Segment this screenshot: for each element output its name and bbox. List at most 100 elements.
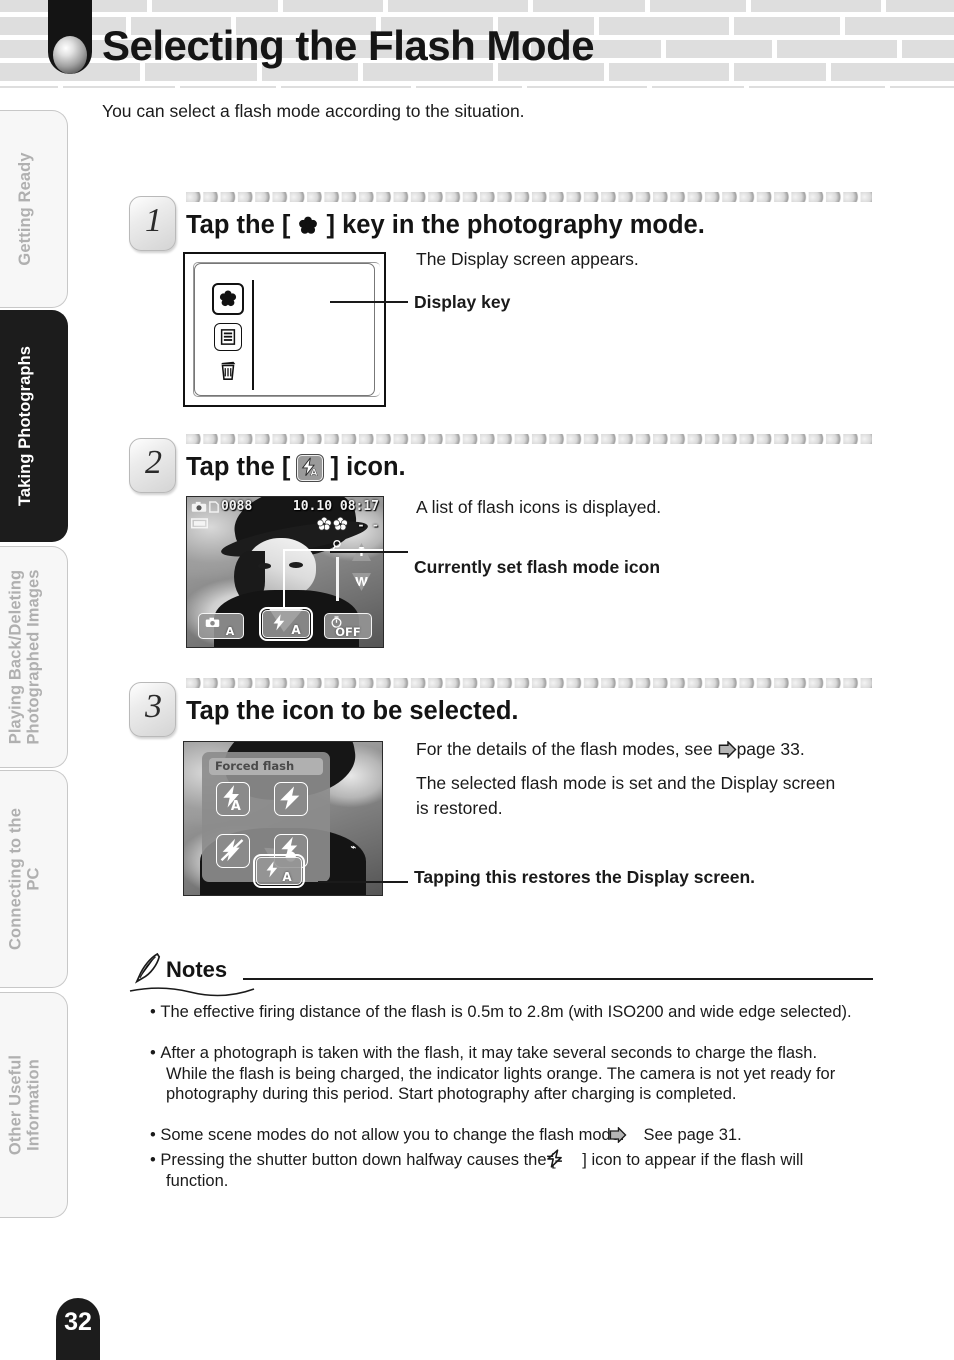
step-3-body-1: For the details of the flash modes, see …: [416, 739, 805, 760]
flash-mode-button-selected[interactable]: A: [258, 606, 314, 642]
brick: [831, 63, 954, 81]
step-2-heading-suffix: ] icon.: [330, 453, 406, 481]
step-1-heading-suffix: ] key in the photography mode.: [326, 211, 705, 239]
step-3-body-1-prefix: For the details of the flash modes, see: [416, 739, 713, 759]
note-text-3-suffix: See page 31.: [643, 1126, 742, 1144]
note-text-3: Some scene modes do not allow you to cha…: [160, 1126, 625, 1144]
callout-leader-line-1: [330, 301, 408, 303]
screen-divider: [252, 280, 254, 390]
brick: [749, 86, 885, 88]
scene-mode-button[interactable]: A: [198, 613, 244, 639]
arrow-pointer-icon: [609, 1126, 644, 1144]
brick: [533, 0, 645, 12]
sidebar-tab-label: Playing Back/Deleting Photographed Images: [6, 569, 43, 745]
flash-current-label: A: [282, 870, 292, 884]
brick: [180, 86, 276, 88]
note-bullet: •: [150, 1003, 161, 1021]
self-timer-button[interactable]: OFF: [324, 613, 372, 639]
brick: [0, 86, 58, 88]
page-number-tab: 32: [56, 1298, 100, 1360]
flash-off-icon[interactable]: [216, 834, 250, 868]
step-number-badge-1: 1: [129, 196, 176, 251]
flash-lightning-icon: [547, 1148, 582, 1170]
brick: [650, 0, 746, 12]
list-menu-button[interactable]: [214, 323, 242, 351]
note-item-2: • After a photograph is taken with the f…: [150, 1043, 860, 1105]
step-number-badge-3: 3: [129, 682, 176, 737]
flash-forced-icon[interactable]: [274, 782, 308, 816]
flash-mode-popup-title: Forced flash: [209, 758, 323, 775]
sidebar-tab-label: Taking Photographs: [15, 345, 34, 507]
flash-mode-label: A: [291, 623, 301, 637]
scene-mode-label: A: [225, 625, 235, 638]
brick: [652, 86, 744, 88]
display-key-button[interactable]: [212, 283, 244, 315]
note-bullet: •: [150, 1151, 161, 1169]
chapter-sidebar: Getting Ready Taking Photographs Playing B…: [0, 110, 92, 1218]
step-2-callout: Currently set flash mode icon: [414, 557, 661, 577]
self-timer-label: OFF: [335, 625, 361, 639]
sidebar-tab-0[interactable]: Getting Ready: [0, 110, 68, 308]
step-number-badge-2: 2: [129, 438, 176, 493]
flash-current-button[interactable]: A: [252, 853, 306, 889]
sidebar-tab-2[interactable]: Playing Back/Deleting Photographed Images: [0, 546, 68, 768]
zoom-slider-track[interactable]: [335, 557, 339, 601]
brick: [845, 17, 954, 35]
brick: [152, 0, 278, 12]
callout-leader-line-2: [330, 551, 408, 553]
brick: [902, 40, 954, 58]
svg-text:A: A: [311, 468, 319, 478]
sidebar-tab-3[interactable]: Connecting to the PC: [0, 770, 68, 988]
step-separator-dots: [186, 434, 872, 444]
small-marker-icon: ⌁: [350, 842, 356, 852]
brick-row: [0, 0, 954, 12]
trash-icon[interactable]: [217, 358, 239, 387]
brick: [63, 86, 175, 88]
step-number-1: 1: [145, 202, 162, 239]
step-3-heading: Tap the icon to be selected.: [186, 697, 519, 725]
brick: [609, 63, 729, 81]
photo-eye: [257, 563, 272, 569]
display-key-flower-icon: [297, 215, 319, 237]
arrow-pointer-icon: [718, 740, 737, 759]
note-item-4: • Pressing the shutter button down halfw…: [150, 1148, 860, 1191]
svg-text:A: A: [231, 799, 241, 811]
brick: [734, 17, 840, 35]
step-1-heading: Tap the [ ] key in the photography mode.: [186, 211, 705, 240]
step-1-heading-prefix: Tap the [: [186, 211, 291, 239]
frame-counter: 0088: [221, 499, 253, 514]
page-header: Selecting the Flash Mode: [0, 0, 954, 88]
brick: [283, 0, 383, 12]
note-item-3: • Some scene modes do not allow you to c…: [150, 1125, 860, 1146]
flash-auto-icon: A: [296, 454, 325, 482]
callout-leader-line-3: [318, 881, 408, 883]
step-1-body: The Display screen appears.: [416, 249, 639, 269]
callout-vertical-line: [283, 549, 285, 607]
brick: [751, 0, 881, 12]
flash-auto-icon[interactable]: A: [216, 782, 250, 816]
brick: [886, 0, 954, 12]
notes-title: Notes: [166, 957, 228, 982]
sphere-bullet-icon: [53, 36, 87, 74]
note-bullet: •: [150, 1044, 161, 1062]
brick: [777, 40, 897, 58]
sidebar-tab-label: Getting Ready: [15, 152, 34, 266]
brick-row: [0, 86, 954, 88]
brick: [281, 86, 411, 88]
photo-eye: [288, 561, 303, 568]
brick: [599, 17, 729, 35]
brick: [734, 63, 826, 81]
brick: [388, 0, 528, 12]
note-item-1: • The effective firing distance of the f…: [150, 1002, 860, 1023]
brick: [890, 86, 954, 88]
exposure-dashes: - -: [357, 518, 379, 532]
page-number: 32: [64, 1308, 92, 1336]
brick: [527, 86, 647, 88]
step-separator-dots: [186, 192, 872, 202]
sidebar-tab-1[interactable]: Taking Photographs: [0, 310, 68, 542]
step-number-2: 2: [145, 444, 162, 481]
sidebar-tab-4[interactable]: Other Useful Information: [0, 992, 68, 1218]
step-separator-dots: [186, 678, 872, 688]
memory-card-icon: [209, 500, 219, 518]
notes-wave-underline: [129, 987, 255, 997]
